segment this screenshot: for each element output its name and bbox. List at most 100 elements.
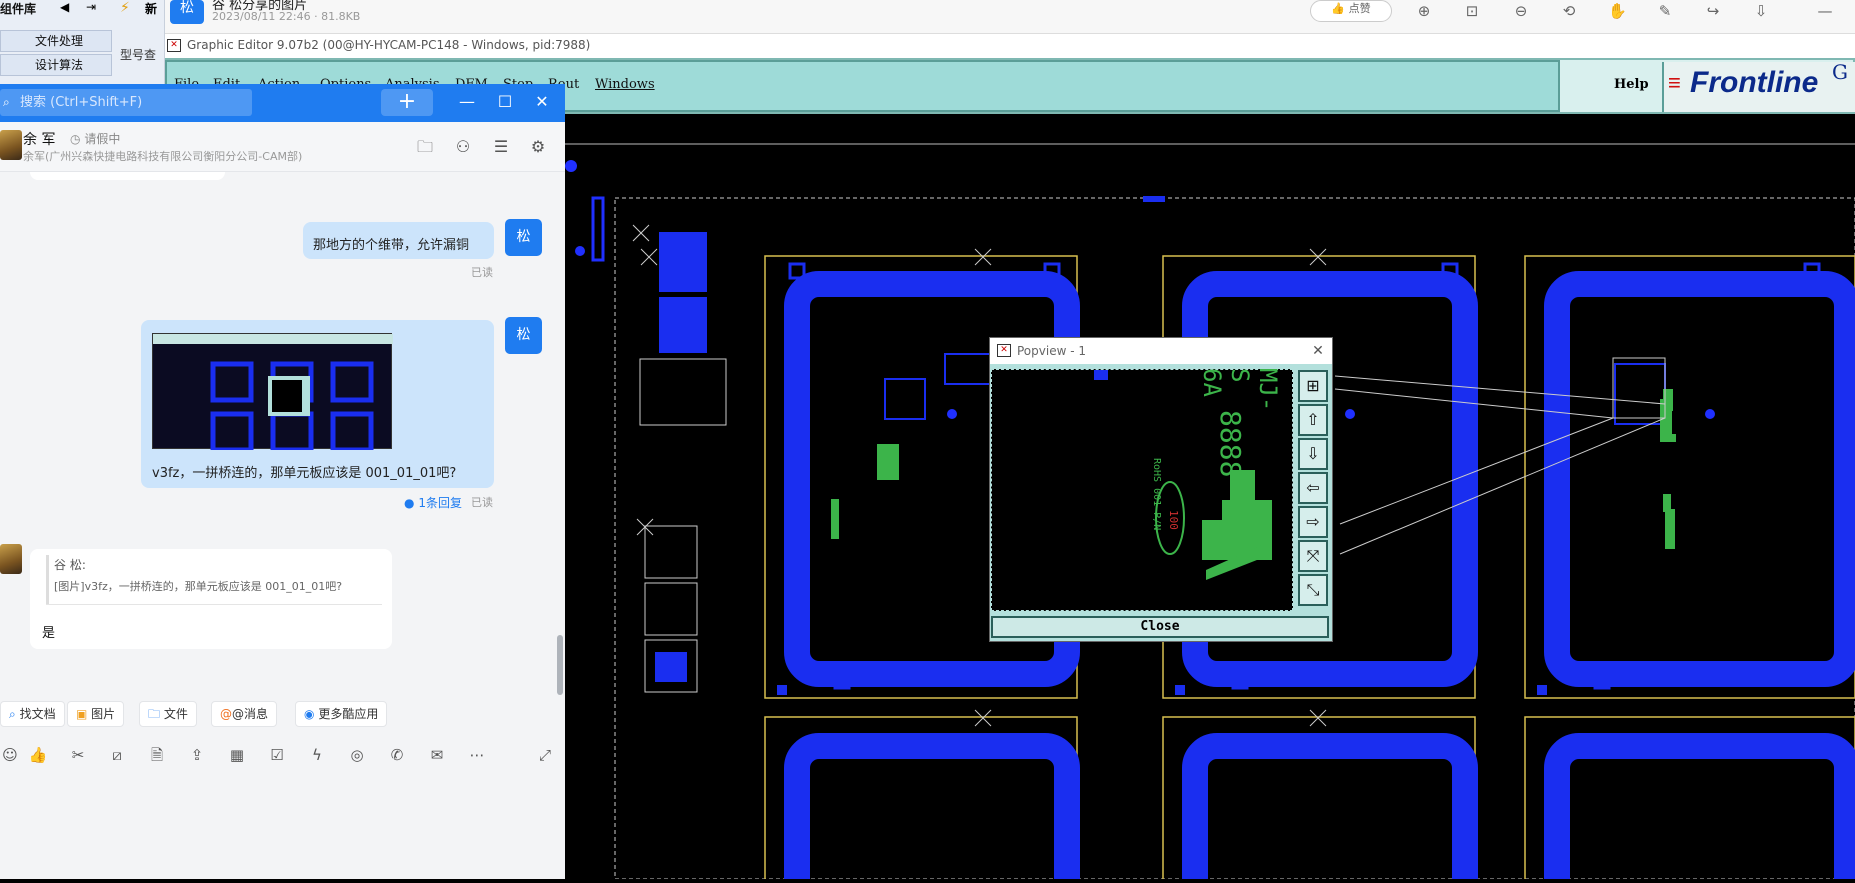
new-chat-button[interactable]: +	[381, 89, 433, 116]
menu-design-algo[interactable]: 设计算法	[0, 54, 112, 76]
popview-pan-up-icon[interactable]: ⇧	[1298, 404, 1328, 436]
contact-status: ◷ 请假中	[70, 130, 120, 147]
popview-title: Popview - 1	[1017, 344, 1086, 358]
shared-image-thumbnail[interactable]	[152, 333, 393, 453]
popview-pan-left-icon[interactable]: ⇦	[1298, 472, 1328, 504]
read-status: 已读	[471, 266, 493, 279]
editor-title-bar: ✕ Graphic Editor 9.07b2 (00@HY-HYCAM-PC1…	[165, 34, 1855, 58]
popview-zoom-window-icon[interactable]: ⊞	[1298, 370, 1328, 402]
minimize-icon[interactable]: —	[1816, 2, 1834, 20]
chip-label: 找文档	[19, 707, 56, 721]
edit-icon[interactable]: ✎	[1656, 2, 1674, 20]
quoted-text: [图片]v3fz，一拼桥连的，那单元板应该是 001_01_01吧?	[54, 580, 343, 593]
new-label: 新	[145, 2, 158, 16]
chat-maximize-icon[interactable]: ☐	[493, 91, 517, 113]
editor-app-icon: ✕	[167, 39, 181, 52]
download-icon[interactable]: ⇩	[1752, 2, 1770, 20]
doc-add-icon[interactable]: 🗎	[147, 745, 167, 765]
menu-windows[interactable]: Windows	[595, 77, 655, 92]
chat-minimize-icon[interactable]: —	[455, 91, 479, 113]
headset-icon[interactable]: ◎	[347, 745, 367, 765]
upload-icon[interactable]: ⇪	[187, 745, 207, 765]
more-apps-chip[interactable]: ◉ 更多酷应用	[295, 701, 388, 727]
like-label: 点赞	[1348, 2, 1371, 15]
prev-message-tail	[30, 172, 225, 180]
board-3	[1524, 255, 1855, 699]
task-icon[interactable]: ☑	[267, 745, 287, 765]
expand-icon[interactable]: ⤢	[535, 745, 555, 765]
contact-org: 余军(广州兴森快捷电路科技有限公司衡阳分公司-CAM部)	[23, 150, 303, 163]
thumb-icon[interactable]: 👍	[28, 745, 48, 765]
like-button[interactable]: 👍 点赞	[1310, 0, 1392, 22]
clock-icon: ◷	[70, 132, 81, 146]
popview-close-icon[interactable]: ✕	[1308, 338, 1328, 364]
contact-name[interactable]: 余 军	[23, 129, 55, 149]
quoted-author: 谷 松:	[54, 558, 86, 572]
chat-close-icon[interactable]: ✕	[530, 91, 554, 113]
folder-icon[interactable]: 🗀	[414, 136, 436, 158]
emoji-icon[interactable]: ☺	[0, 745, 20, 765]
zoom-in-icon[interactable]: ⊕	[1415, 2, 1433, 20]
popview-pan-right-icon[interactable]: ⇨	[1298, 506, 1328, 538]
popview-zoom-out-icon[interactable]: ⤧	[1298, 540, 1328, 572]
actual-size-icon[interactable]: ⊡	[1463, 2, 1481, 20]
mail-icon[interactable]: ✉	[427, 745, 447, 765]
my-avatar[interactable]: 松	[505, 219, 542, 256]
chat-search-input[interactable]: ⌕ 搜索 (Ctrl+Shift+F)	[0, 89, 252, 116]
popview-viewport[interactable]: MJ-S 6A 8888 RoHS 001 P/N 100	[991, 368, 1293, 611]
menu-help[interactable]: Help	[1614, 77, 1649, 92]
calendar-icon[interactable]: ▦	[227, 745, 247, 765]
share-icon[interactable]: ↪	[1704, 2, 1722, 20]
popview-zoom-in-icon[interactable]: ⤡	[1298, 574, 1328, 606]
file-icon: 🗀	[148, 707, 161, 721]
board-marking-3: RoHS 001 P/N	[1151, 458, 1162, 531]
mention-chip[interactable]: @@消息	[211, 701, 278, 727]
my-avatar[interactable]: 松	[505, 317, 542, 354]
rotate-icon[interactable]: ⟲	[1560, 2, 1578, 20]
login-icon[interactable]: ⇥	[86, 0, 96, 14]
image-chip[interactable]: ▣ 图片	[67, 701, 125, 727]
logo-trailing-text: G	[1832, 60, 1848, 84]
add-member-icon[interactable]: ⚇	[452, 136, 474, 158]
at-icon: @	[220, 707, 232, 721]
find-doc-chip[interactable]: ⌕ 找文档	[0, 701, 65, 727]
component-library-title: 组件库	[0, 2, 37, 16]
chat-scrollbar[interactable]	[557, 635, 563, 695]
left-panel: 组件库 ◀ ⇥ 文件处理 设计算法 ⚡ 新 型号查	[0, 0, 165, 90]
popview-app-icon: ✕	[997, 344, 1011, 357]
scissors-icon[interactable]: ✂	[68, 745, 88, 765]
reply-count-text: 1条回复	[418, 496, 462, 510]
search-history-icon[interactable]: ☰	[490, 136, 512, 158]
sender-avatar: 松	[170, 0, 204, 24]
board-marking-4: 100	[1167, 510, 1180, 530]
thumb-up-icon: 👍	[1331, 2, 1346, 15]
frontline-logo: Frontline	[1690, 66, 1819, 99]
contact-avatar[interactable]	[0, 130, 22, 160]
chip-label: @消息	[232, 707, 269, 721]
popview-title-bar[interactable]: ✕ Popview - 1	[990, 338, 1332, 364]
slash-icon[interactable]: ⧄	[107, 745, 127, 765]
phone-icon[interactable]: ✆	[387, 745, 407, 765]
viewer-meta: 2023/08/11 22:46 · 81.8KB	[212, 10, 361, 23]
popview-close-button[interactable]: Close	[991, 616, 1329, 638]
reply-count-link[interactable]: ● 1条回复	[404, 494, 462, 511]
menu-file-process[interactable]: 文件处理	[0, 30, 112, 52]
popview-pan-down-icon[interactable]: ⇩	[1298, 438, 1328, 470]
message-bubble[interactable]: 那地方的个维带，允许漏铜	[303, 222, 494, 259]
nav-back-icon[interactable]: ◀	[60, 0, 69, 14]
reply-text: 是	[42, 626, 56, 641]
more-icon[interactable]: ⋯	[467, 745, 487, 765]
flash-icon[interactable]: ϟ	[307, 745, 327, 765]
message-text: v3fz，一拼桥连的，那单元板应该是 001_01_01吧?	[152, 466, 457, 481]
contact-avatar[interactable]	[0, 544, 22, 574]
zoom-out-icon[interactable]: ⊖	[1512, 2, 1530, 20]
board-marking-2: 8888	[1214, 410, 1247, 478]
reply-icon: ●	[404, 496, 415, 510]
frontline-logo-icon: ≡	[1668, 70, 1681, 95]
settings-icon[interactable]: ⚙	[527, 136, 549, 158]
file-chip[interactable]: 🗀 文件	[139, 701, 197, 727]
doc-search-icon: ⌕	[9, 707, 16, 721]
lightning-icon: ⚡	[120, 0, 130, 16]
hand-icon[interactable]: ✋	[1608, 2, 1627, 20]
image-viewer-bar	[165, 0, 1855, 34]
